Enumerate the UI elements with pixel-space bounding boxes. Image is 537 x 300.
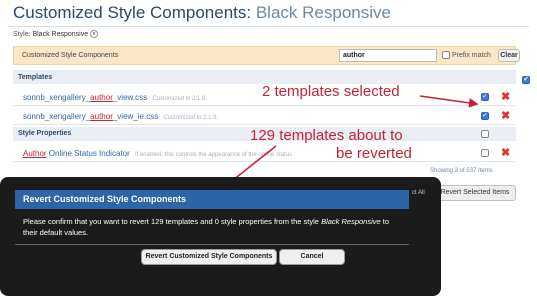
filter-bar: Customized Style Components author Prefi…	[13, 46, 520, 65]
select-all-peek: ct All	[412, 190, 425, 196]
section-style-properties-label: Style Properties	[18, 130, 72, 137]
template-name-prefix: sonnb_xengallery_	[23, 93, 91, 102]
style-chooser[interactable]: Style: Black Responsive ▾	[13, 30, 99, 38]
template-name-suffix: _view_ie.css	[112, 112, 159, 121]
delete-icon[interactable]: ✖	[501, 146, 510, 159]
revert-selected-button[interactable]: Revert Selected Items	[434, 185, 516, 201]
annotation-selected: 2 templates selected	[262, 83, 400, 100]
delete-icon[interactable]: ✖	[501, 109, 510, 122]
template-name-match: author	[90, 112, 113, 121]
page-title: Customized Style Components: Black Respo…	[13, 3, 391, 23]
delete-icon[interactable]: ✖	[501, 90, 510, 103]
prefix-match-label: Prefix match	[451, 51, 491, 59]
page-title-style: Black Responsive	[255, 3, 391, 22]
dialog-message-pre: Please confirm that you want to revert 1…	[23, 217, 322, 226]
row-checkbox[interactable]	[481, 111, 489, 120]
chevron-down-icon[interactable]: ▾	[90, 30, 99, 38]
style-label: Style:	[13, 30, 33, 38]
property-name-match: Author	[23, 149, 47, 158]
template-name-match: author	[90, 93, 113, 102]
property-note: If enabled, this controls the appearance…	[134, 152, 293, 158]
filter-label: Customized Style Components	[22, 52, 119, 59]
property-name-suffix: Online Status Indicator	[46, 149, 130, 158]
dialog-message: Please confirm that you want to revert 1…	[15, 209, 409, 244]
dialog-title: Revert Customized Style Components	[15, 190, 409, 209]
row-checkbox[interactable]	[481, 148, 489, 157]
template-name-prefix: sonnb_xengallery_	[23, 112, 91, 121]
dialog-divider	[15, 244, 409, 245]
select-all-properties-checkbox[interactable]	[481, 130, 489, 138]
row-checkbox[interactable]	[481, 92, 489, 101]
dialog-message-style: Black Responsive	[321, 217, 381, 226]
template-name-suffix: _view.css	[112, 93, 148, 102]
template-note: Customized in 2.1.9.	[163, 115, 219, 121]
prefix-match-checkbox[interactable]	[442, 51, 450, 59]
cancel-button[interactable]: Cancel	[279, 249, 345, 265]
select-all-templates-checkbox[interactable]	[522, 75, 531, 84]
prefix-match-toggle[interactable]: Prefix match	[442, 51, 491, 59]
section-templates: Templates	[13, 70, 531, 84]
list-item[interactable]: Author Online Status Indicator If enable…	[13, 144, 516, 162]
list-item[interactable]: sonnb_xengallery_author_view_ie.css Cust…	[13, 107, 516, 125]
items-count: Showing 3 of 537 Items	[430, 168, 493, 174]
section-templates-label: Templates	[18, 73, 53, 81]
revert-dialog: ct All Revert Customized Style Component…	[0, 177, 441, 296]
annotation-reverted-line2: be reverted	[336, 145, 412, 162]
style-value[interactable]: Black Responsive	[32, 31, 88, 38]
page-title-main: Customized Style Components:	[13, 3, 256, 22]
clear-button[interactable]: Clear	[498, 49, 520, 62]
title-divider	[8, 26, 529, 27]
template-note: Customized in 2.1.9.	[152, 96, 208, 102]
annotation-reverted-line1: 129 templates about to	[250, 127, 403, 144]
search-input[interactable]: author	[339, 49, 437, 62]
confirm-revert-button[interactable]: Revert Customized Style Components	[141, 249, 277, 265]
